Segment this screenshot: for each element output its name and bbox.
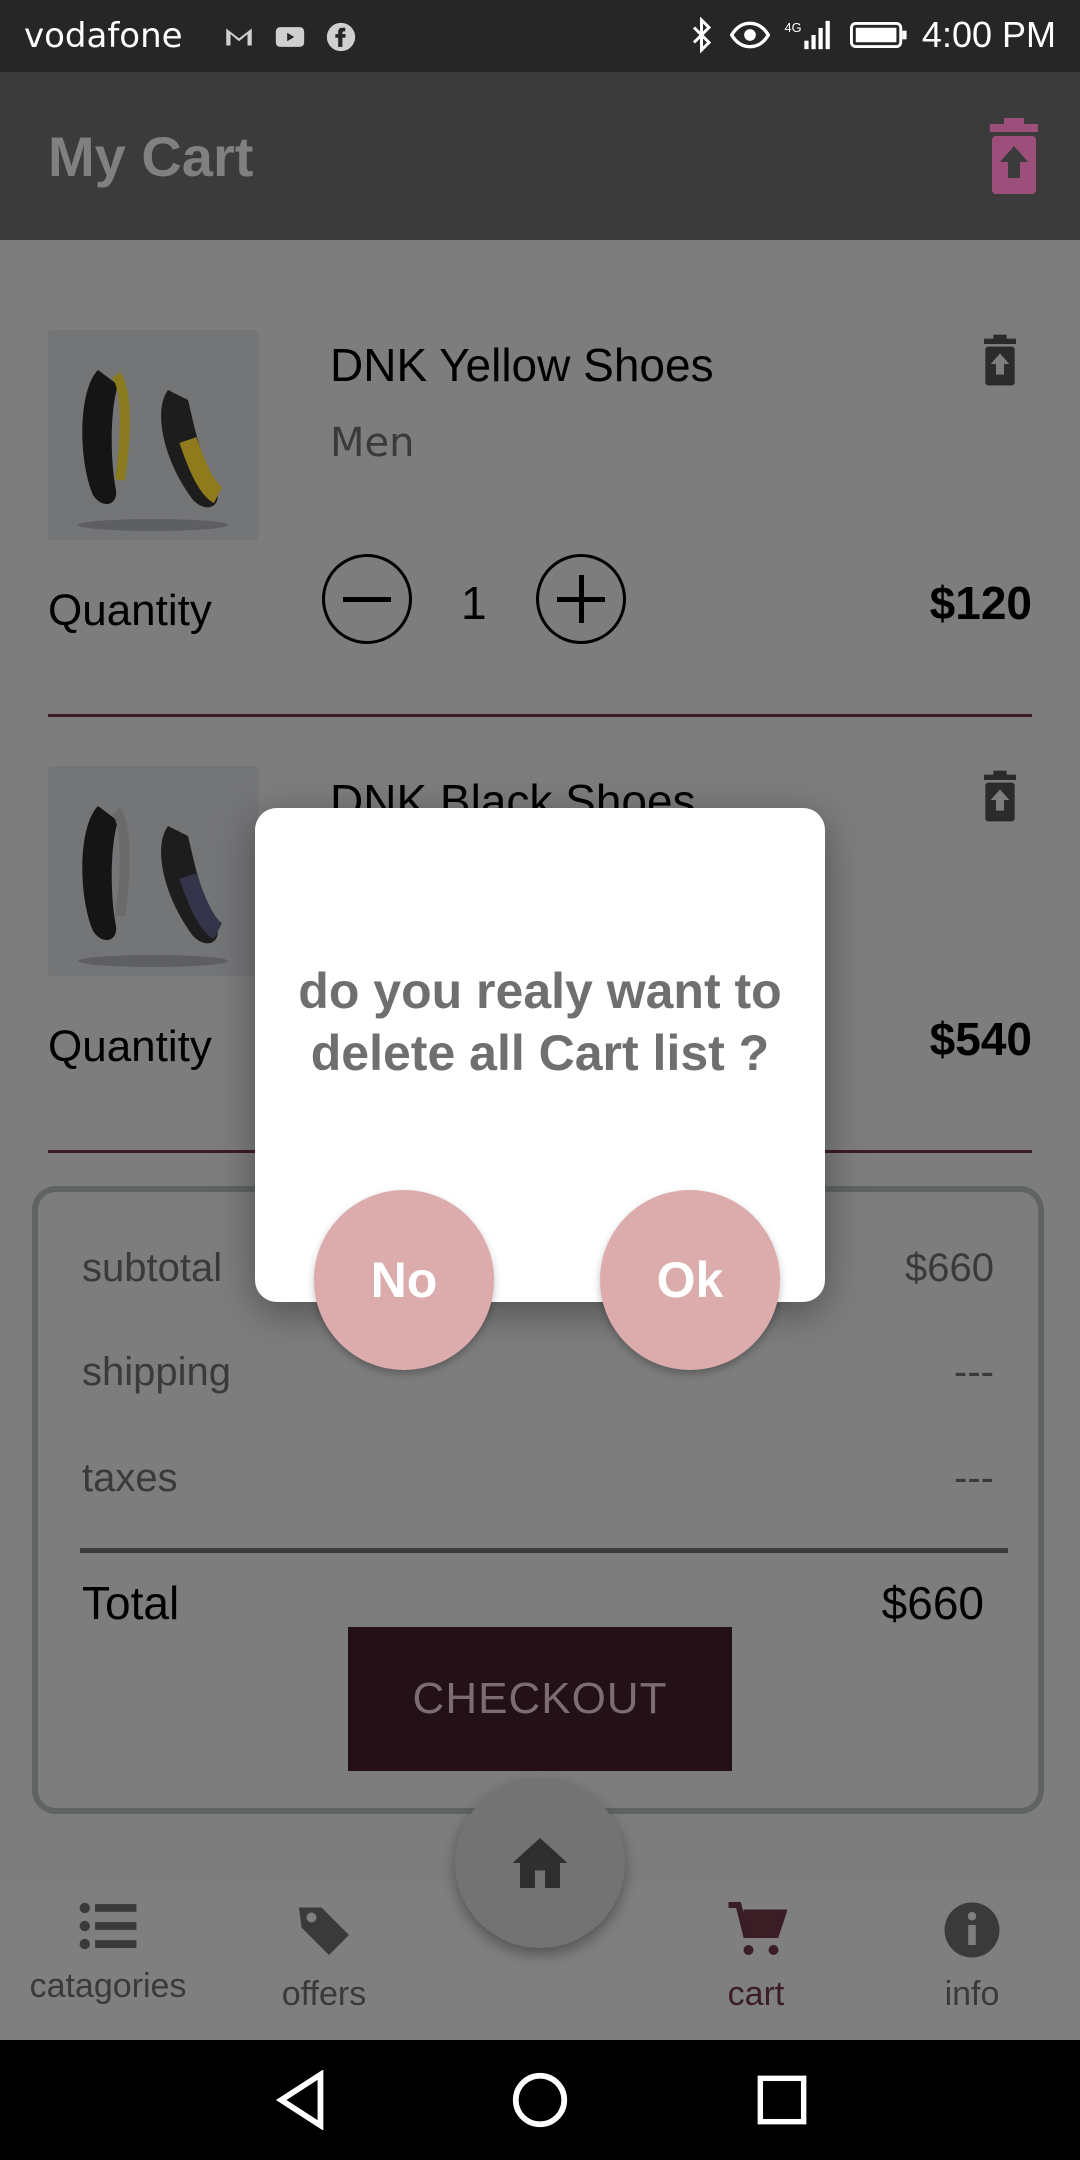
trash-can-icon [984, 770, 1016, 822]
gmail-icon [226, 28, 252, 46]
minus-icon [343, 597, 391, 602]
subtotal-label: subtotal [82, 1246, 223, 1290]
tab-catagories[interactable]: catagories [0, 1900, 216, 2006]
signal-4g-icon: 4G [784, 20, 830, 50]
product-image [48, 330, 258, 540]
checkout-button[interactable]: CHECKOUT [348, 1627, 732, 1771]
taxes-row: taxes --- [82, 1456, 994, 1501]
dialog-message: do you realy want to delete all Cart lis… [298, 963, 782, 1081]
status-bar: vodafone 4G 4:00 PM [0, 0, 1080, 72]
tab-label: cart [727, 1975, 785, 2013]
taxes-label: taxes [82, 1456, 178, 1500]
no-button[interactable]: No [314, 1190, 494, 1370]
recents-button[interactable] [756, 2070, 808, 2135]
decrease-quantity-button[interactable] [322, 554, 412, 644]
quantity-label: Quantity [48, 1022, 212, 1071]
status-right: 4G 4:00 PM [690, 14, 1056, 56]
tab-info[interactable]: info [864, 1900, 1080, 2014]
cart-icon [728, 1902, 788, 1955]
tab-label: catagories [29, 1967, 187, 2005]
notification-icons [222, 20, 358, 54]
circle-home-icon [512, 2072, 568, 2128]
summary-divider [80, 1548, 1008, 1553]
delete-item-button[interactable] [980, 768, 1020, 829]
tag-icon [299, 1907, 349, 1955]
home-icon [512, 1838, 568, 1888]
home-button[interactable] [455, 1778, 625, 1948]
quantity-value: 1 [461, 577, 487, 629]
product-image [48, 766, 258, 976]
info-icon [944, 1902, 1000, 1958]
page-title: My Cart [48, 125, 254, 188]
product-price: $540 [929, 1013, 1032, 1065]
youtube-icon [275, 27, 305, 47]
back-icon [275, 2069, 324, 2131]
tab-cart[interactable]: cart [648, 1900, 864, 2014]
total-value: $660 [881, 1577, 984, 1629]
taxes-value: --- [954, 1456, 994, 1500]
subtotal-value: $660 [905, 1246, 994, 1290]
square-recents-icon [757, 2075, 807, 2125]
back-button[interactable] [274, 2069, 330, 2135]
shoe-image [78, 370, 228, 531]
carrier-name: vodafone [24, 16, 183, 56]
plus-icon [557, 575, 605, 623]
quantity-label: Quantity [48, 586, 212, 635]
svg-text:4G: 4G [784, 20, 801, 35]
system-navigation-bar [0, 2040, 1080, 2160]
tab-label: info [944, 1975, 1000, 2013]
tab-offers[interactable]: offers [216, 1900, 432, 2014]
item-divider [48, 714, 1032, 717]
delete-all-button[interactable] [984, 118, 1044, 199]
tab-label: offers [281, 1975, 367, 2013]
home-nav-button[interactable] [512, 2070, 568, 2135]
list-icon [79, 1902, 137, 1950]
total-row: Total $660 [82, 1576, 984, 1630]
trash-can-icon [990, 118, 1038, 194]
shoe-image [78, 806, 228, 967]
delete-item-button[interactable] [980, 332, 1020, 393]
ok-button[interactable]: Ok [600, 1190, 780, 1370]
total-label: Total [82, 1577, 180, 1629]
trash-can-icon [984, 334, 1016, 386]
bluetooth-icon [692, 17, 712, 53]
increase-quantity-button[interactable] [536, 554, 626, 644]
shipping-value: --- [954, 1350, 994, 1394]
product-price: $120 [929, 577, 1032, 629]
clock: 4:00 PM [921, 14, 1056, 55]
shipping-label: shipping [82, 1350, 232, 1394]
shipping-row: shipping --- [82, 1350, 994, 1395]
product-category: Men [330, 420, 415, 466]
product-name: DNK Yellow Shoes [330, 339, 714, 391]
eye-icon [729, 21, 770, 49]
facebook-icon [326, 22, 356, 52]
battery-icon [849, 21, 907, 49]
app-bar: My Cart [0, 72, 1080, 240]
